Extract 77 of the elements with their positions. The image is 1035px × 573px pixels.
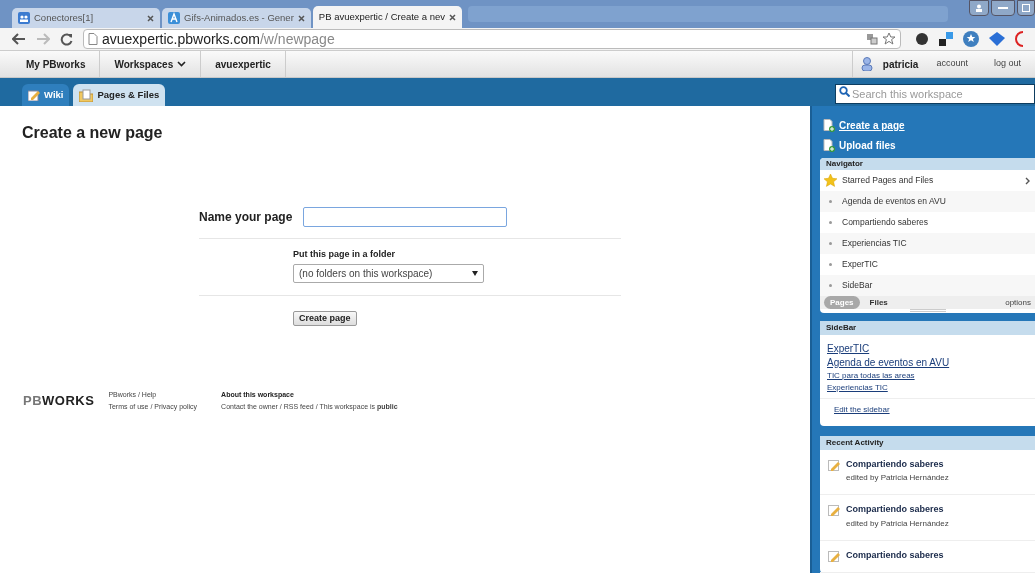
activity-detail: edited by Patricia Hernández xyxy=(846,472,949,484)
letter-icon xyxy=(168,12,180,24)
minimize-icon[interactable] xyxy=(991,0,1015,16)
back-icon[interactable] xyxy=(12,33,26,45)
sidebar-link[interactable]: Experiencias TIC xyxy=(827,381,888,394)
close-icon[interactable] xyxy=(297,14,305,22)
star-badge-icon[interactable] xyxy=(963,31,979,47)
page-icon xyxy=(88,33,98,45)
navigator-item[interactable]: Agenda de eventos en AVU xyxy=(820,191,1035,212)
activity-title-link[interactable]: Compartiendo saberes xyxy=(846,503,949,517)
activity-title-link[interactable]: Compartiendo saberes xyxy=(846,457,949,471)
pencil-icon xyxy=(828,457,841,471)
url-path: /w/newpage xyxy=(259,30,335,47)
close-icon[interactable] xyxy=(449,13,457,21)
sidebar-action-link[interactable]: Upload files xyxy=(823,138,1035,153)
account-link[interactable]: account xyxy=(936,57,968,71)
bullet-icon xyxy=(829,200,832,203)
user-icon xyxy=(860,57,873,71)
nav-tab[interactable]: Pages & Files xyxy=(73,84,166,106)
url-host: avuexpertic.pbworks.com xyxy=(102,30,260,47)
breadcrumb-link[interactable]: Workspaces xyxy=(100,51,202,77)
create-page-button[interactable]: Create page xyxy=(293,310,357,326)
sidebar-link[interactable]: ExperTIC xyxy=(827,341,870,356)
sidebar-action-link[interactable]: Create a page xyxy=(823,118,1035,133)
profile-icon[interactable] xyxy=(969,0,989,16)
chevron-down-icon xyxy=(177,61,187,67)
panel-heading: Navigator xyxy=(820,158,1035,170)
reload-icon[interactable] xyxy=(60,32,73,46)
account-link[interactable]: log out xyxy=(993,57,1021,71)
chevron-right-icon xyxy=(1025,176,1031,185)
browser-tab[interactable]: Conectores[1] xyxy=(12,8,160,28)
pencil-icon xyxy=(828,503,841,516)
add-page-icon xyxy=(823,119,835,132)
browser-tab[interactable]: PB avuexpertic / Create a nev xyxy=(312,6,463,28)
activity-title-link[interactable]: Compartiendo saberes xyxy=(846,548,944,562)
people-icon xyxy=(18,12,30,24)
navigator-item[interactable]: SideBar xyxy=(820,275,1035,296)
folder-icon xyxy=(79,88,94,102)
pencil-icon xyxy=(828,548,841,562)
options-link[interactable]: options xyxy=(1005,296,1031,309)
bullet-icon xyxy=(829,221,832,224)
page-name-field[interactable] xyxy=(303,207,508,227)
pencil-icon xyxy=(28,89,40,101)
translate-icon[interactable] xyxy=(866,33,878,45)
star-icon[interactable] xyxy=(882,32,896,46)
field-label: Name your page xyxy=(199,209,293,226)
navigator-tab[interactable]: Files xyxy=(867,296,890,309)
navigator-item[interactable]: Experiencias TIC xyxy=(820,233,1035,254)
sidebar-link[interactable]: Agenda de eventos en AVU xyxy=(827,355,950,370)
panel-heading: SideBar xyxy=(820,320,1035,335)
nav-tab[interactable]: Wiki xyxy=(22,84,70,106)
activity-detail: edited by Patricia Hernández xyxy=(846,517,949,530)
panel-heading: Recent Activity xyxy=(820,435,1035,450)
address-bar[interactable]: avuexpertic.pbworks.com/w/newpage xyxy=(83,29,901,49)
search-field[interactable]: Search this workspace xyxy=(835,84,1035,104)
pbworks-logo: PBWORKS xyxy=(23,391,95,410)
bullet-icon xyxy=(829,242,832,245)
diamond-icon[interactable] xyxy=(989,32,1005,46)
field-label: Put this page in a folder xyxy=(293,248,395,261)
browser-tab[interactable]: Gifs-Animados.es - Gener xyxy=(162,8,311,28)
caret-icon xyxy=(472,270,478,276)
bullet-icon xyxy=(829,284,832,287)
star-icon xyxy=(824,174,837,187)
close-icon[interactable] xyxy=(147,14,154,22)
breadcrumb-link[interactable]: My PBworks xyxy=(0,51,101,77)
bullet-icon xyxy=(829,263,832,266)
sidebar-link[interactable]: TIC para todas las areas xyxy=(827,369,915,382)
username: patricia xyxy=(882,57,919,72)
search-icon xyxy=(839,86,850,97)
page-title: Create a new page xyxy=(22,123,164,143)
breadcrumb-link[interactable]: avuexpertic xyxy=(201,51,286,77)
folder-dropdown[interactable]: (no folders on this workspace) xyxy=(293,263,484,283)
squares-icon[interactable] xyxy=(939,32,953,46)
add-page-icon xyxy=(823,139,835,152)
resize-grip[interactable] xyxy=(909,309,946,312)
restore-icon[interactable] xyxy=(1017,0,1035,16)
edit-sidebar-link[interactable]: Edit the sidebar xyxy=(834,403,890,416)
